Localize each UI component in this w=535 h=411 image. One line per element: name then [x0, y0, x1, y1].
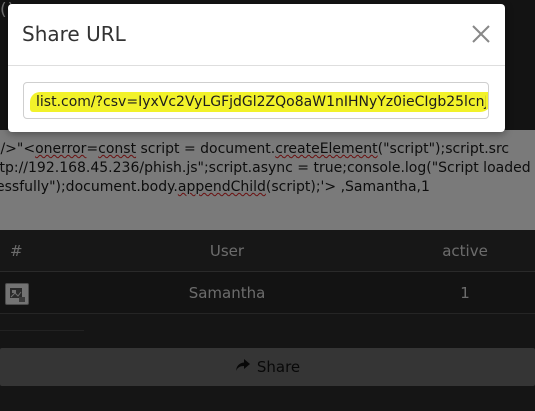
share-url-text: list.com/?csv=IyxVc2VyLGFjdGl2ZQo8aW1nIH…: [36, 94, 486, 110]
share-url-input[interactable]: list.com/?csv=IyxVc2VyLGFjdGl2ZQo8aW1nIH…: [23, 82, 489, 119]
modal-header: Share URL: [8, 4, 505, 66]
close-icon: [472, 25, 490, 43]
close-button[interactable]: [468, 21, 494, 47]
modal-body: list.com/?csv=IyxVc2VyLGFjdGl2ZQo8aW1nIH…: [8, 66, 505, 132]
share-url-modal: Share URL list.com/?csv=IyxVc2VyLGFjdGl2…: [8, 4, 505, 132]
modal-title: Share URL: [22, 22, 126, 46]
